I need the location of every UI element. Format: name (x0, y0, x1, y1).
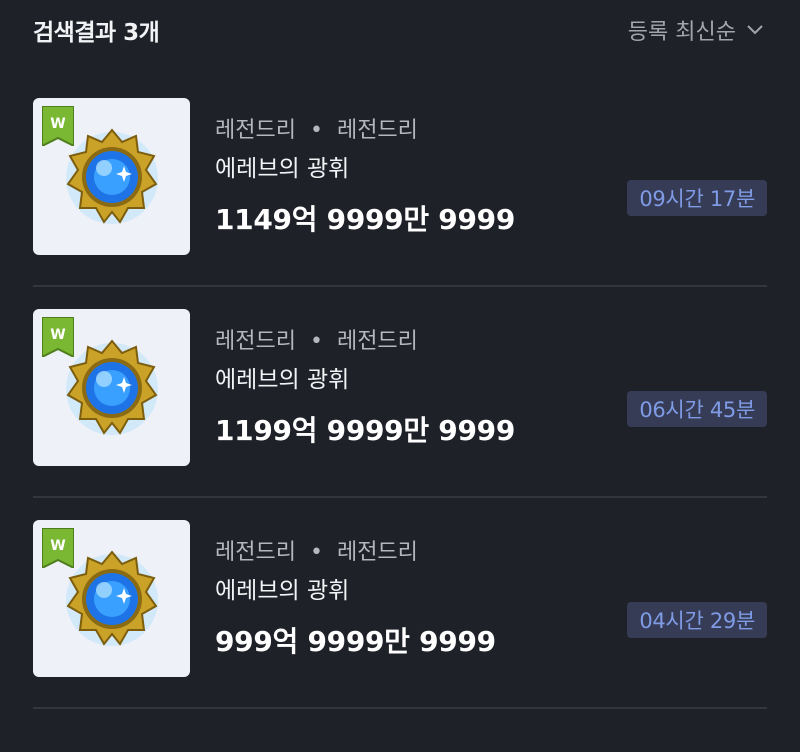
result-count: 검색결과 3개 (33, 20, 160, 46)
results-header: 검색결과 3개 등록 최신순 (0, 0, 800, 56)
list-item[interactable]: W 레전드리 • 레전드리 에레브의 광휘 1199억 9999만 9999 0… (0, 287, 800, 498)
sort-label: 등록 최신순 (627, 20, 736, 45)
category-sub: 레전드리 (336, 329, 418, 354)
category-main: 레전드리 (215, 540, 296, 565)
time-left-badge: 09시간 17분 (627, 180, 767, 216)
category-separator: • (309, 540, 323, 565)
time-left-badge: 06시간 45분 (627, 391, 767, 427)
list-item[interactable]: W 레전드리 • 레전드리 에레브의 광휘 1149억 9999만 9999 0… (0, 76, 800, 287)
emblem-icon (66, 128, 158, 224)
item-details: 레전드리 • 레전드리 에레브의 광휘 1199억 9999만 9999 (215, 327, 767, 449)
item-category: 레전드리 • 레전드리 (215, 538, 767, 568)
category-sub: 레전드리 (336, 118, 418, 143)
category-separator: • (309, 329, 323, 354)
list-item[interactable]: W 레전드리 • 레전드리 에레브의 광휘 999억 9999만 9999 04… (0, 498, 800, 709)
emblem-icon (66, 339, 158, 435)
chevron-down-icon (747, 25, 763, 35)
item-details: 레전드리 • 레전드리 에레브의 광휘 999억 9999만 9999 (215, 538, 767, 660)
sort-dropdown[interactable]: 등록 최신순 (628, 14, 764, 46)
item-category: 레전드리 • 레전드리 (215, 327, 767, 357)
result-list: W 레전드리 • 레전드리 에레브의 광휘 1149억 9999만 9999 0… (0, 76, 800, 709)
item-details: 레전드리 • 레전드리 에레브의 광휘 1149억 9999만 9999 (215, 116, 767, 238)
category-main: 레전드리 (215, 329, 296, 354)
time-left-badge: 04시간 29분 (627, 602, 767, 638)
item-thumbnail: W (33, 309, 190, 466)
category-sub: 레전드리 (336, 540, 418, 565)
emblem-icon (66, 550, 158, 646)
category-separator: • (309, 118, 323, 143)
item-thumbnail: W (33, 520, 190, 677)
item-thumbnail: W (33, 98, 190, 255)
item-category: 레전드리 • 레전드리 (215, 116, 767, 146)
category-main: 레전드리 (215, 118, 296, 143)
